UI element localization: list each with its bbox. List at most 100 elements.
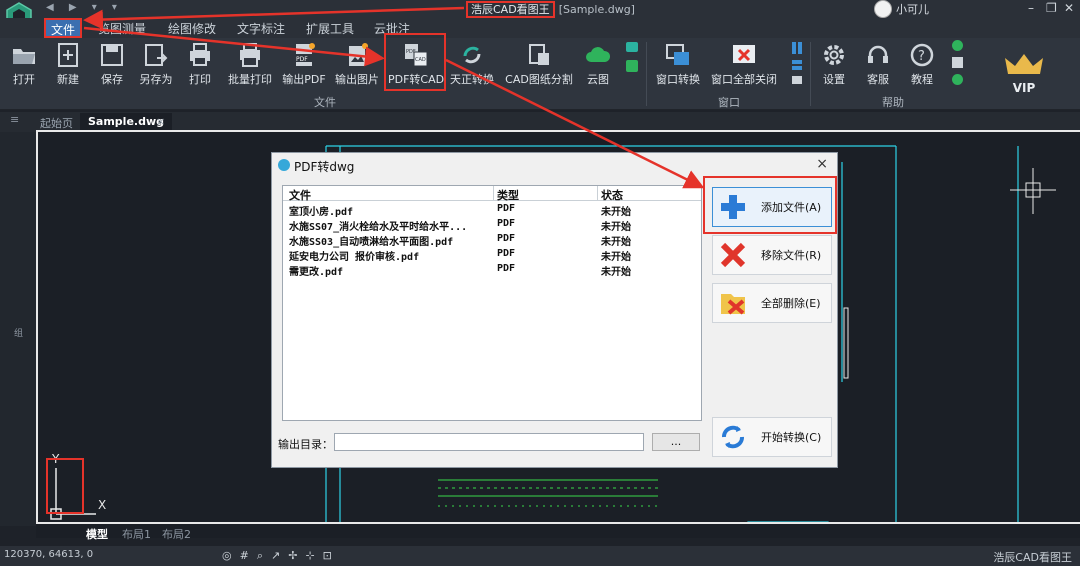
status-brand: 浩辰CAD看图王 [993,551,1072,564]
status-tools[interactable]: ◎ # ⌕ ↗ ✢ ⊹ ⊡ [222,549,332,563]
cloud-button[interactable]: 云图 [582,40,614,87]
polar-icon[interactable]: ⊹ [305,549,314,563]
open-button[interactable]: 打开 [8,40,40,87]
group-label-help: 帮助 [882,96,904,109]
cascade-icon [792,76,802,84]
column-file[interactable]: 文件 [289,187,311,202]
print-button[interactable]: 打印 [184,40,216,87]
row-file: 室顶小房.pdf [289,207,354,218]
close-all-windows-button[interactable]: 窗口全部关闭 [710,40,778,87]
browse-button[interactable]: ... [652,433,700,451]
table-row[interactable]: 水施SS03_自动喷淋给水平面图.pdf PDF 未开始 [283,232,701,248]
pdf-to-cad-highlight [384,33,446,91]
quick-access-toolbar[interactable]: ◀ ▶ ▾ ▾ [46,2,123,13]
cloud-icon [585,42,611,68]
menu-file[interactable]: 文件 [44,18,82,38]
export-image-button[interactable]: 输出图片 [334,40,380,87]
user-name: 小可儿 [896,3,929,16]
small-tools-column[interactable] [626,42,640,76]
row-status: 未开始 [601,267,631,278]
menu-extend-tools[interactable]: 扩展工具 [306,20,354,37]
tile-vertical-icon [792,42,802,54]
start-convert-button[interactable]: 开始转换(C) [712,417,832,457]
snap-icon[interactable]: ◎ [222,549,232,563]
grid-toggle-icon[interactable]: # [240,549,249,563]
save-button[interactable]: 保存 [96,40,128,87]
table-row[interactable]: 室顶小房.pdf PDF 未开始 [283,202,701,218]
fit-view-icon[interactable]: ⊡ [323,549,332,563]
pan-icon[interactable]: ↗ [271,549,280,563]
row-file: 水施SS03_自动喷淋给水平面图.pdf [289,237,454,248]
output-dir-label: 输出目录： [278,438,333,451]
new-button[interactable]: 新建 [52,40,84,87]
vip-badge[interactable]: VIP [1002,52,1046,102]
group-label-window: 窗口 [718,96,740,109]
file-list[interactable]: 文件 类型 状态 室顶小房.pdf PDF 未开始 水施SS07_消火栓给水及平… [282,185,702,421]
split-drawing-label: CAD图纸分割 [505,73,573,86]
tutorial-label: 教程 [911,73,933,86]
restore-icon[interactable]: ❐ [1046,1,1057,15]
column-status[interactable]: 状态 [601,187,623,202]
new-file-icon [55,42,81,68]
menu-view-measure[interactable]: 览图测量 [98,20,146,37]
row-type: PDF [497,218,516,229]
ortho-icon[interactable]: ✢ [288,549,297,563]
title-bar: ◀ ▶ ▾ ▾ 浩辰CAD看图王 [Sample.dwg] 小可儿 – ❐ ✕ [0,0,1080,18]
column-divider[interactable] [493,186,494,200]
doc-switch-icon [626,60,638,72]
tab-model[interactable]: 模型 [86,526,108,542]
batch-print-button[interactable]: 批量打印 [226,40,274,87]
tangent-convert-button[interactable]: 天正转换 [448,40,496,87]
tab-menu-icon[interactable]: ≡ [10,113,19,126]
window-switch-label: 窗口转换 [656,73,700,86]
tangent-convert-icon [459,42,485,68]
tab-close-icon[interactable]: × [156,115,165,128]
tab-start-page[interactable]: 起始页 [40,115,73,131]
svg-text:?: ? [918,49,925,64]
settings-button[interactable]: 设置 [818,40,850,87]
close-all-windows-icon [731,42,757,68]
help-mini-column[interactable] [952,40,964,90]
output-dir-input[interactable] [334,433,644,451]
file-title: [Sample.dwg] [558,3,635,16]
file-list-header: 文件 类型 状态 [283,186,701,202]
save-as-button[interactable]: 另存为 [136,40,176,87]
settings-label: 设置 [823,73,845,86]
export-pdf-button[interactable]: PDF 输出PDF [282,40,326,87]
group-label-file: 文件 [314,96,336,109]
column-type[interactable]: 类型 [497,187,519,202]
table-row[interactable]: 延安电力公司 报价审核.pdf PDF 未开始 [283,247,701,263]
delete-all-button[interactable]: 全部删除(E) [712,283,832,323]
tab-layout1[interactable]: 布局1 [122,526,151,542]
split-drawing-button[interactable]: CAD图纸分割 [504,40,574,87]
window-layout-column[interactable] [792,42,804,88]
cursor-coordinates: 120370, 64613, 0 [4,549,94,560]
menu-draw-modify[interactable]: 绘图修改 [168,20,216,37]
support-button[interactable]: 客服 [862,40,894,87]
user-account[interactable]: 小可儿 [874,0,929,18]
info-icon [952,74,963,85]
zoom-icon[interactable]: ⌕ [257,549,263,563]
batch-print-icon [237,42,263,68]
window-switch-button[interactable]: 窗口转换 [654,40,702,87]
tutorial-button[interactable]: ? 教程 [906,40,938,87]
ribbon-separator [646,42,647,106]
remove-file-button[interactable]: 移除文件(R) [712,235,832,275]
row-type: PDF [497,233,516,244]
row-status: 未开始 [601,252,631,263]
table-row[interactable]: 需更改.pdf PDF 未开始 [283,262,701,278]
grid-icon [952,57,963,68]
tab-layout2[interactable]: 布局2 [162,526,191,542]
row-status: 未开始 [601,237,631,248]
minimize-icon[interactable]: – [1028,1,1034,15]
close-icon[interactable]: ✕ [1064,1,1074,15]
save-label: 保存 [101,73,123,86]
folder-delete-icon [719,289,747,317]
dialog-close-icon[interactable]: × [816,156,828,172]
table-row[interactable]: 水施SS07_消火栓给水及平时给水平... PDF 未开始 [283,217,701,233]
side-panel-strip[interactable]: 组 [0,132,36,526]
export-image-icon [344,42,370,68]
menu-text-annotate[interactable]: 文字标注 [237,20,285,37]
column-divider[interactable] [597,186,598,200]
crown-icon [1005,54,1043,74]
